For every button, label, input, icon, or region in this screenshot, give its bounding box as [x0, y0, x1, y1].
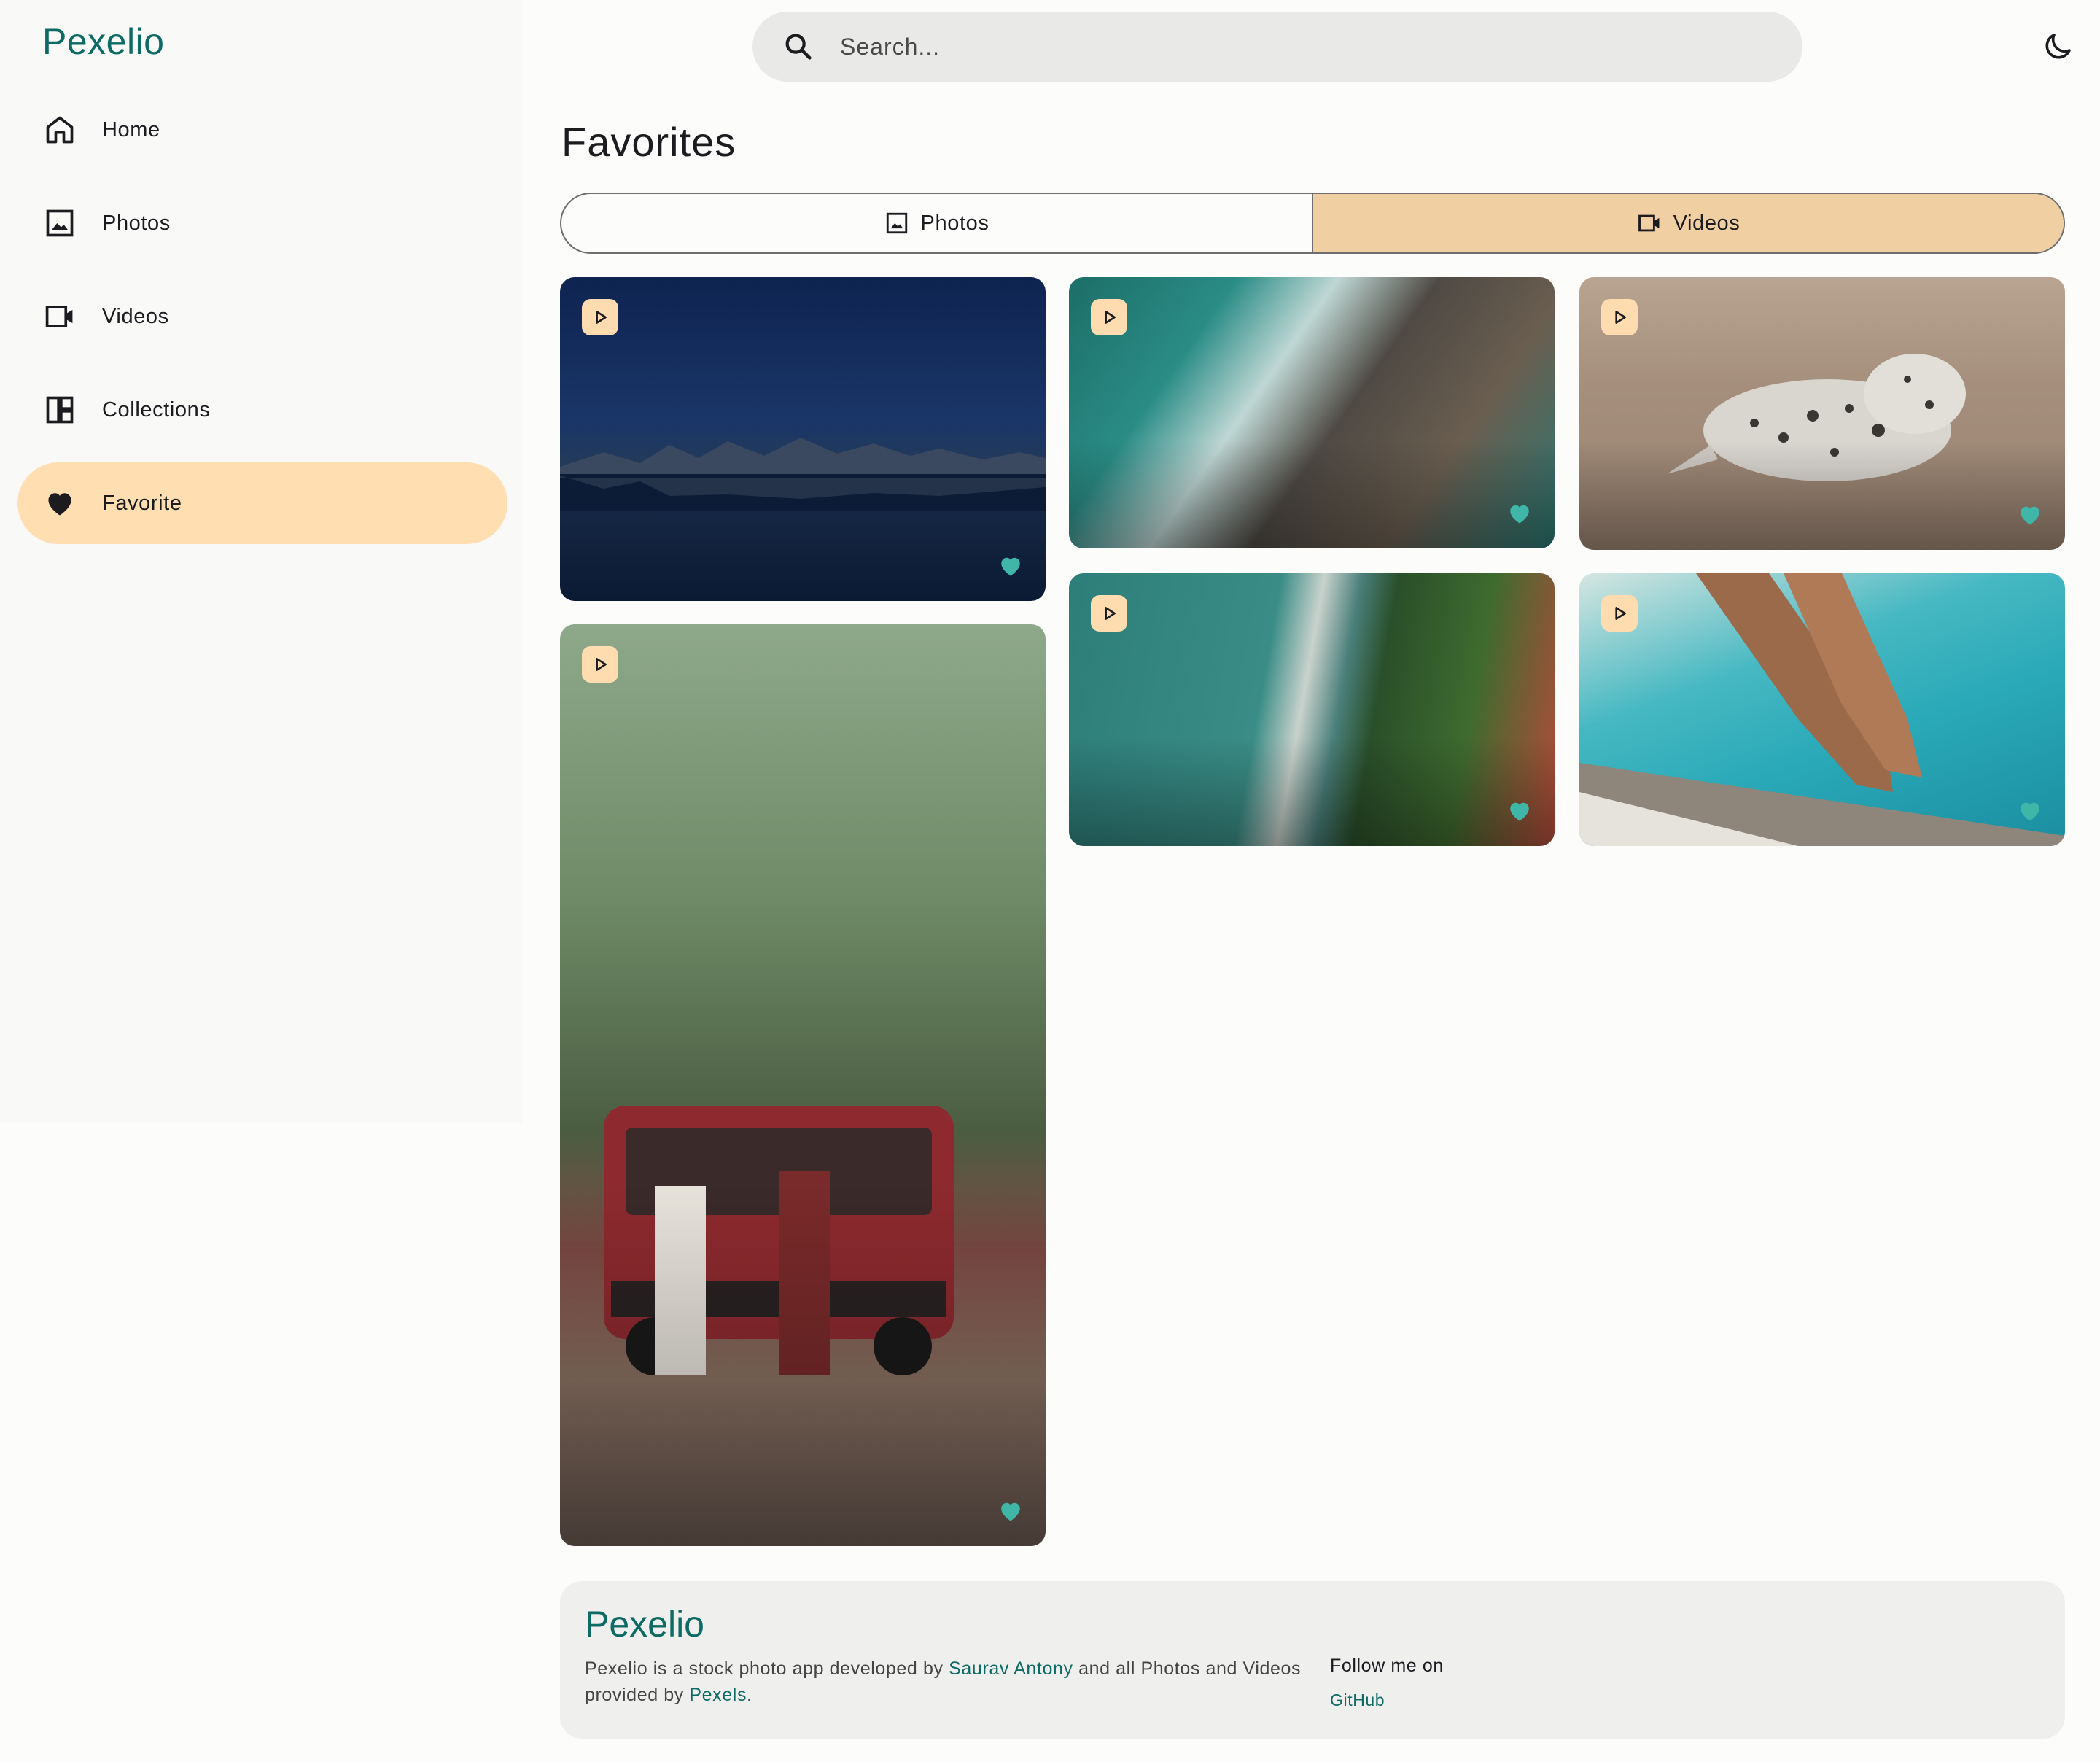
- home-icon: [44, 114, 76, 146]
- search-bar[interactable]: [752, 12, 1802, 82]
- play-icon: [582, 646, 618, 683]
- sidebar-item-label: Home: [102, 117, 160, 141]
- video-card[interactable]: [1579, 277, 2065, 550]
- video-card[interactable]: [1579, 573, 2065, 846]
- favorite-heart-icon[interactable]: [1506, 798, 1533, 824]
- video-card[interactable]: [1069, 573, 1555, 846]
- sidebar-item-label: Videos: [102, 304, 169, 328]
- video-card[interactable]: [560, 277, 1046, 601]
- card-shade: [1579, 440, 2065, 550]
- page-title: Favorites: [561, 119, 736, 165]
- card-shade: [560, 1177, 1046, 1546]
- footer: Pexelio Pexelio is a stock photo app dev…: [560, 1581, 2065, 1739]
- play-icon: [1091, 595, 1127, 632]
- heart-icon: [44, 487, 76, 519]
- sidebar-item-photos[interactable]: Photos: [18, 182, 508, 264]
- sidebar-item-label: Photos: [102, 211, 171, 235]
- search-icon[interactable]: [782, 30, 815, 63]
- dashboard-icon: [44, 394, 76, 426]
- sidebar: Pexelio Home Photos Videos Collections F…: [0, 0, 522, 1123]
- card-shade: [1069, 737, 1555, 846]
- sidebar-nav: Home Photos Videos Collections Favorite: [18, 89, 508, 556]
- footer-desc-suffix: .: [747, 1685, 752, 1705]
- favorite-heart-icon[interactable]: [998, 1498, 1024, 1524]
- play-icon: [1601, 595, 1638, 632]
- tab-label: Videos: [1673, 211, 1741, 235]
- tab-videos[interactable]: Videos: [1312, 194, 2064, 252]
- image-icon: [886, 212, 907, 234]
- tab-label: Photos: [920, 211, 989, 235]
- tab-photos[interactable]: Photos: [561, 194, 1312, 252]
- footer-logo: Pexelio: [585, 1604, 704, 1645]
- videocam-icon: [1638, 214, 1660, 232]
- follow-label: Follow me on: [1330, 1656, 1444, 1676]
- dark-mode-icon[interactable]: [2040, 29, 2075, 64]
- play-icon: [582, 299, 618, 335]
- video-card[interactable]: [560, 624, 1046, 1546]
- video-card[interactable]: [1069, 277, 1555, 548]
- favorite-heart-icon[interactable]: [998, 553, 1024, 579]
- card-shade: [1069, 440, 1555, 548]
- image-icon: [44, 207, 76, 239]
- footer-desc-prefix: Pexelio is a stock photo app developed b…: [585, 1658, 949, 1679]
- sidebar-item-home[interactable]: Home: [18, 89, 508, 171]
- play-icon: [1601, 299, 1638, 335]
- github-link[interactable]: GitHub: [1330, 1691, 1385, 1710]
- footer-description: Pexelio is a stock photo app developed b…: [585, 1656, 1314, 1708]
- search-input[interactable]: [840, 33, 1715, 61]
- videocam-icon: [44, 300, 76, 333]
- author-link[interactable]: Saurav Antony: [949, 1658, 1073, 1679]
- pool-thumbnail: [1579, 573, 2065, 846]
- app-logo[interactable]: Pexelio: [42, 20, 165, 63]
- media-type-tabs: Photos Videos: [560, 193, 2065, 254]
- sidebar-item-collections[interactable]: Collections: [18, 369, 508, 451]
- favorite-heart-icon[interactable]: [2017, 798, 2043, 824]
- sidebar-item-label: Collections: [102, 397, 211, 422]
- pexels-link[interactable]: Pexels: [689, 1685, 747, 1705]
- sidebar-item-videos[interactable]: Videos: [18, 276, 508, 357]
- mountain-thumbnail: [560, 438, 1046, 511]
- sidebar-item-favorite[interactable]: Favorite: [18, 462, 508, 544]
- play-icon: [1091, 299, 1127, 335]
- sidebar-item-label: Favorite: [102, 491, 182, 515]
- favorite-heart-icon[interactable]: [2017, 502, 2043, 528]
- favorite-heart-icon[interactable]: [1506, 500, 1533, 527]
